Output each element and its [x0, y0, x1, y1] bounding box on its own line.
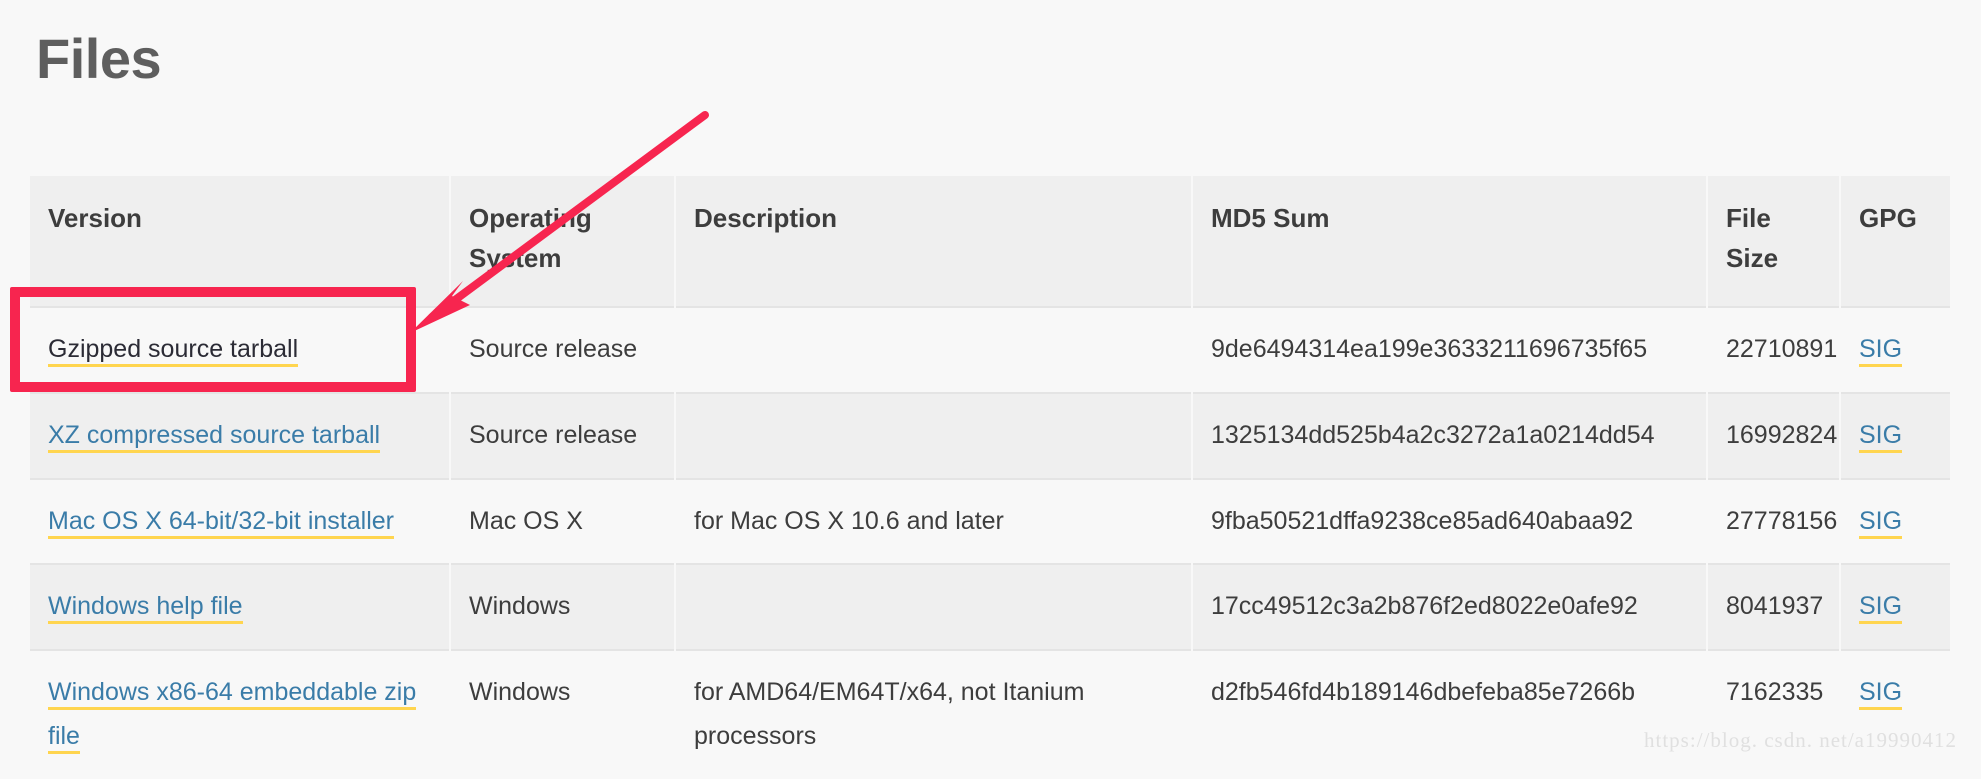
cell-md5-sum: d2fb546fd4b189146dbefeba85e7266b	[1192, 649, 1708, 779]
sig-link[interactable]: SIG	[1859, 678, 1903, 710]
watermark-text: https://blog. csdn. net/a19990412	[1644, 728, 1957, 752]
sig-link[interactable]: SIG	[1859, 420, 1903, 453]
sig-link[interactable]: SIG	[1859, 592, 1903, 625]
cell-version: Gzipped source tarball	[30, 306, 451, 393]
cell-operating-system: Mac OS X	[450, 477, 676, 565]
cell-gpg: SIG	[1840, 649, 1950, 779]
table-row: Windows x86-64 embeddable zip file Windo…	[30, 649, 1950, 779]
download-link-version[interactable]: Windows help file	[48, 592, 243, 625]
cell-md5-sum: 9de6494314ea199e3633211696735f65	[1192, 306, 1708, 393]
cell-md5-sum: 1325134dd525b4a2c3272a1a0214dd54	[1192, 391, 1708, 479]
cell-description	[675, 306, 1193, 393]
cell-operating-system: Windows	[450, 563, 676, 650]
cell-version: Windows x86-64 embeddable zip file	[30, 649, 451, 779]
column-header-file-size: File Size	[1707, 176, 1841, 307]
cell-description: for AMD64/EM64T/x64, not Itanium process…	[675, 649, 1193, 779]
cell-gpg: SIG	[1840, 563, 1950, 650]
cell-gpg: SIG	[1840, 391, 1950, 479]
cell-description	[675, 391, 1193, 479]
column-header-description: Description	[675, 176, 1193, 307]
cell-file-size: 22710891	[1707, 306, 1841, 393]
cell-gpg: SIG	[1840, 306, 1950, 393]
cell-operating-system: Source release	[450, 391, 676, 479]
download-link-version[interactable]: Gzipped source tarball	[48, 335, 299, 367]
column-header-operating-system: Operating System	[450, 176, 676, 307]
cell-description: for Mac OS X 10.6 and later	[675, 477, 1193, 565]
sig-link[interactable]: SIG	[1859, 335, 1903, 367]
table-row: Windows help file Windows 17cc49512c3a2b…	[30, 563, 1950, 650]
table-header-row: Version Operating System Description MD5…	[30, 176, 1950, 307]
cell-version: XZ compressed source tarball	[30, 391, 451, 479]
cell-file-size: 16992824	[1707, 391, 1841, 479]
cell-file-size: 27778156	[1707, 477, 1841, 565]
cell-md5-sum: 17cc49512c3a2b876f2ed8022e0afe92	[1192, 563, 1708, 650]
files-table-container: Version Operating System Description MD5…	[30, 176, 1950, 779]
table-row: Mac OS X 64-bit/32-bit installer Mac OS …	[30, 477, 1950, 565]
column-header-version: Version	[30, 176, 451, 307]
sig-link[interactable]: SIG	[1859, 506, 1903, 539]
cell-operating-system: Windows	[450, 649, 676, 779]
download-link-version[interactable]: Windows x86-64 embeddable zip file	[48, 678, 417, 754]
files-table: Version Operating System Description MD5…	[30, 176, 1950, 779]
cell-operating-system: Source release	[450, 306, 676, 393]
cell-version: Mac OS X 64-bit/32-bit installer	[30, 477, 451, 565]
cell-description	[675, 563, 1193, 650]
cell-file-size: 7162335	[1707, 649, 1841, 779]
table-row: Gzipped source tarball Source release 9d…	[30, 306, 1950, 393]
column-header-gpg: GPG	[1840, 176, 1950, 307]
column-header-md5-sum: MD5 Sum	[1192, 176, 1708, 307]
page-title: Files	[36, 27, 162, 90]
table-row: XZ compressed source tarball Source rele…	[30, 391, 1950, 479]
cell-gpg: SIG	[1840, 477, 1950, 565]
download-link-version[interactable]: XZ compressed source tarball	[48, 420, 381, 453]
cell-file-size: 8041937	[1707, 563, 1841, 650]
download-link-version[interactable]: Mac OS X 64-bit/32-bit installer	[48, 506, 394, 539]
cell-md5-sum: 9fba50521dffa9238ce85ad640abaa92	[1192, 477, 1708, 565]
cell-version: Windows help file	[30, 563, 451, 650]
